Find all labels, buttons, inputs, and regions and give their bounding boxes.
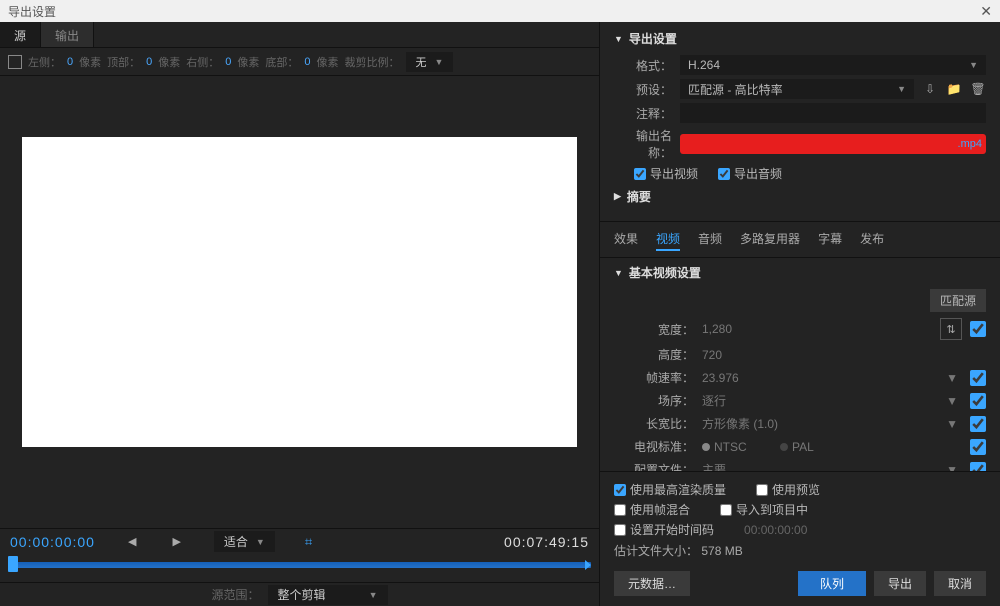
max-quality-checkbox[interactable]: 使用最高渲染质量 — [614, 481, 726, 498]
crop-toolbar: 左侧：0像素 顶部：0像素 右侧：0像素 底部：0像素 裁剪比例： 无▼ — [0, 48, 599, 76]
start-timecode-value: 00:00:00:00 — [744, 523, 807, 537]
metadata-button[interactable]: 元数据… — [614, 571, 690, 596]
tab-publish[interactable]: 发布 — [860, 228, 884, 251]
match-source-button[interactable]: 匹配源 — [930, 289, 986, 312]
queue-button[interactable]: 队列 — [798, 571, 866, 596]
height-value[interactable]: 720 — [702, 348, 932, 362]
aspect-match-checkbox[interactable] — [970, 416, 986, 432]
fps-match-checkbox[interactable] — [970, 370, 986, 386]
preset-dropdown[interactable]: 匹配源 - 高比特率▼ — [680, 79, 914, 99]
cancel-button[interactable]: 取消 — [934, 571, 986, 596]
close-icon[interactable]: ✕ — [980, 3, 992, 20]
tab-multiplexer[interactable]: 多路复用器 — [740, 228, 800, 251]
export-button[interactable]: 导出 — [874, 571, 926, 596]
format-dropdown[interactable]: H.264▼ — [680, 55, 986, 75]
timeline[interactable] — [8, 556, 591, 574]
source-range-dropdown[interactable]: 整个剪辑▼ — [268, 585, 388, 605]
preview-canvas — [22, 137, 577, 447]
profile-match-checkbox[interactable] — [970, 462, 986, 472]
link-dimensions-icon[interactable]: ⇅ — [940, 318, 962, 340]
comment-input[interactable] — [680, 103, 986, 123]
start-timecode-checkbox[interactable]: 设置开始时间码 — [614, 521, 714, 538]
tab-source[interactable]: 源 — [0, 22, 41, 47]
tv-standard-radio[interactable]: NTSC PAL — [702, 440, 962, 454]
crop-ratio-dropdown[interactable]: 无▼ — [406, 52, 454, 72]
width-value[interactable]: 1,280 — [702, 322, 932, 336]
frame-blend-checkbox[interactable]: 使用帧混合 — [614, 501, 690, 518]
range-label: 源范围： — [211, 586, 259, 603]
export-video-checkbox[interactable]: 导出视频 — [634, 165, 698, 182]
out-point[interactable] — [585, 560, 591, 570]
tv-match-checkbox[interactable] — [970, 439, 986, 455]
tab-output[interactable]: 输出 — [41, 22, 94, 47]
import-preset-icon[interactable]: 📁 — [946, 81, 962, 97]
delete-preset-icon[interactable]: 🗑 — [970, 81, 986, 97]
crop-icon[interactable] — [8, 55, 22, 69]
video-settings-scroll[interactable]: ▼基本视频设置 匹配源 宽度： 1,280 ⇅ 高度： 720 帧速率： 23.… — [600, 258, 1000, 471]
tab-video[interactable]: 视频 — [656, 228, 680, 251]
save-preset-icon[interactable]: ⇩ — [922, 81, 938, 97]
prev-frame-icon[interactable]: ◀ — [125, 535, 139, 548]
current-timecode[interactable]: 00:00:00:00 — [10, 534, 95, 550]
output-name-link[interactable]: .mp4 — [680, 134, 986, 154]
dimensions-match-checkbox[interactable] — [970, 321, 986, 337]
tab-captions[interactable]: 字幕 — [818, 228, 842, 251]
aspect-correction-icon[interactable]: ⌗ — [305, 534, 312, 550]
title-bar: 导出设置 ✕ — [0, 0, 1000, 22]
zoom-fit-dropdown[interactable]: 适合▼ — [214, 531, 275, 552]
tab-effects[interactable]: 效果 — [614, 228, 638, 251]
import-project-checkbox[interactable]: 导入到项目中 — [720, 501, 808, 518]
aspect-dropdown[interactable]: 方形像素 (1.0)▼ — [702, 415, 962, 432]
field-order-dropdown[interactable]: 逐行▼ — [702, 392, 962, 409]
profile-dropdown[interactable]: 主要▼ — [702, 461, 962, 471]
playhead[interactable] — [8, 556, 18, 572]
estimated-size: 578 MB — [701, 544, 742, 558]
basic-video-header[interactable]: ▼基本视频设置 — [614, 264, 986, 281]
next-frame-icon[interactable]: ▶ — [169, 535, 183, 548]
export-settings-header[interactable]: ▼导出设置 — [614, 30, 986, 47]
use-preview-checkbox[interactable]: 使用预览 — [756, 481, 820, 498]
window-title: 导出设置 — [8, 3, 56, 20]
duration: 00:07:49:15 — [504, 534, 589, 550]
framerate-dropdown[interactable]: 23.976▼ — [702, 371, 962, 385]
export-audio-checkbox[interactable]: 导出音频 — [718, 165, 782, 182]
tab-audio[interactable]: 音频 — [698, 228, 722, 251]
settings-panel: ▼导出设置 格式： H.264▼ 预设： 匹配源 - 高比特率▼ ⇩ 📁 🗑 注… — [600, 22, 1000, 606]
preview-panel: 源 输出 左侧：0像素 顶部：0像素 右侧：0像素 底部：0像素 裁剪比例： 无… — [0, 22, 600, 606]
field-match-checkbox[interactable] — [970, 393, 986, 409]
render-options: 使用最高渲染质量 使用预览 使用帧混合 导入到项目中 设置开始时间码 00:00… — [600, 471, 1000, 565]
summary-header[interactable]: ▶摘要 — [614, 188, 986, 205]
